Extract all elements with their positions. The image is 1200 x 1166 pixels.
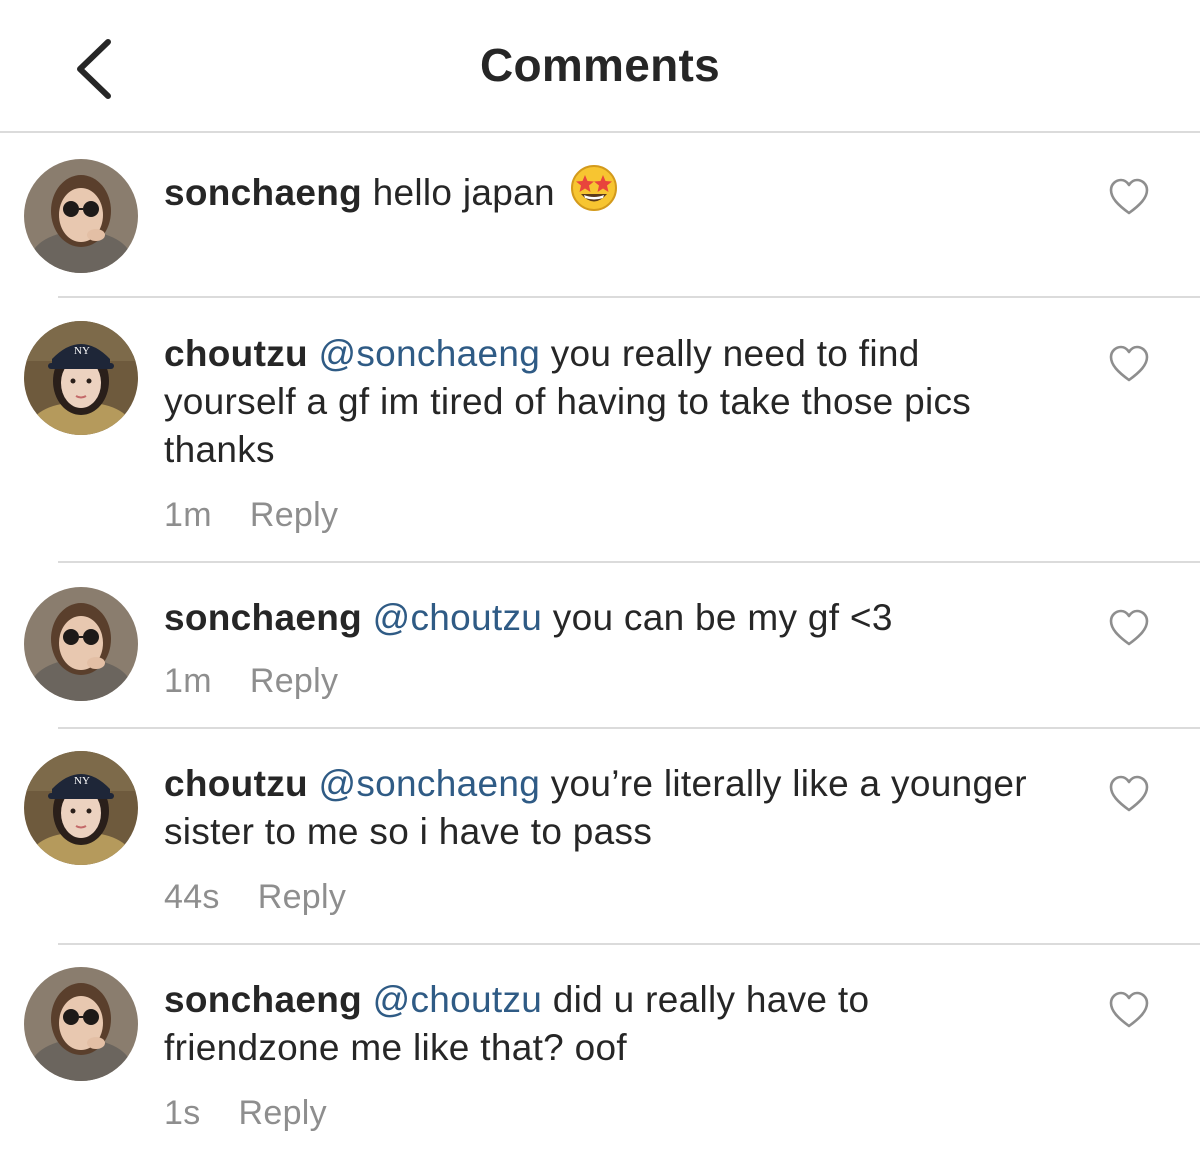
reply-button[interactable]: Reply <box>250 662 338 701</box>
reply-button[interactable]: Reply <box>250 496 338 535</box>
avatar[interactable] <box>24 587 138 701</box>
heart-icon <box>1109 178 1149 215</box>
comment-username[interactable]: sonchaeng <box>164 597 362 638</box>
comment-username[interactable]: choutzu <box>164 333 308 374</box>
divider <box>58 561 1200 563</box>
comment-text: sonchaeng @choutzu you can be my gf <3 <box>164 594 1044 642</box>
header-bar: Comments <box>0 0 1200 133</box>
avatar[interactable] <box>24 967 138 1081</box>
comment-meta: 1m Reply <box>164 496 338 535</box>
reply-button[interactable]: Reply <box>258 878 346 917</box>
divider <box>58 727 1200 729</box>
comment-mention[interactable]: @choutzu <box>373 597 543 638</box>
divider <box>58 943 1200 945</box>
comment-username[interactable]: sonchaeng <box>164 979 362 1020</box>
comment-username[interactable]: choutzu <box>164 763 308 804</box>
comment-text: choutzu @sonchaeng you’re literally like… <box>164 760 1044 856</box>
star-struck-emoji-icon <box>569 163 619 213</box>
comment-message: you can be my gf <3 <box>542 597 893 638</box>
heart-icon <box>1109 991 1149 1028</box>
heart-icon <box>1109 775 1149 812</box>
comment-text: sonchaeng hello japan <box>164 163 1044 217</box>
svg-text:NY: NY <box>74 345 90 357</box>
comment-mention[interactable]: @sonchaeng <box>319 333 541 374</box>
heart-icon <box>1109 609 1149 646</box>
comment-meta: 1m Reply <box>164 662 338 701</box>
comment-message: hello japan <box>362 172 555 213</box>
svg-text:NY: NY <box>74 775 90 787</box>
comment-meta: 44s Reply <box>164 878 346 917</box>
comment-time: 1m <box>164 496 212 534</box>
divider <box>58 296 1200 298</box>
comment-meta: 1s Reply <box>164 1094 327 1133</box>
comment-text: choutzu @sonchaeng you really need to fi… <box>164 330 1044 474</box>
avatar[interactable]: NY <box>24 321 138 435</box>
comment-username[interactable]: sonchaeng <box>164 172 362 213</box>
like-heart-button[interactable] <box>1108 990 1150 1030</box>
like-heart-button[interactable] <box>1108 177 1150 217</box>
avatar[interactable]: NY <box>24 751 138 865</box>
comment-mention[interactable]: @sonchaeng <box>319 763 541 804</box>
like-heart-button[interactable] <box>1108 608 1150 648</box>
avatar[interactable] <box>24 159 138 273</box>
comment-time: 44s <box>164 878 220 916</box>
heart-icon <box>1109 345 1149 382</box>
page-title: Comments <box>479 39 721 91</box>
comment-text: sonchaeng @choutzu did u really have to … <box>164 976 1044 1072</box>
reply-button[interactable]: Reply <box>239 1094 327 1133</box>
comment-time: 1s <box>164 1094 201 1132</box>
like-heart-button[interactable] <box>1108 774 1150 814</box>
comment-mention[interactable]: @choutzu <box>373 979 543 1020</box>
like-heart-button[interactable] <box>1108 344 1150 384</box>
comment-time: 1m <box>164 662 212 700</box>
